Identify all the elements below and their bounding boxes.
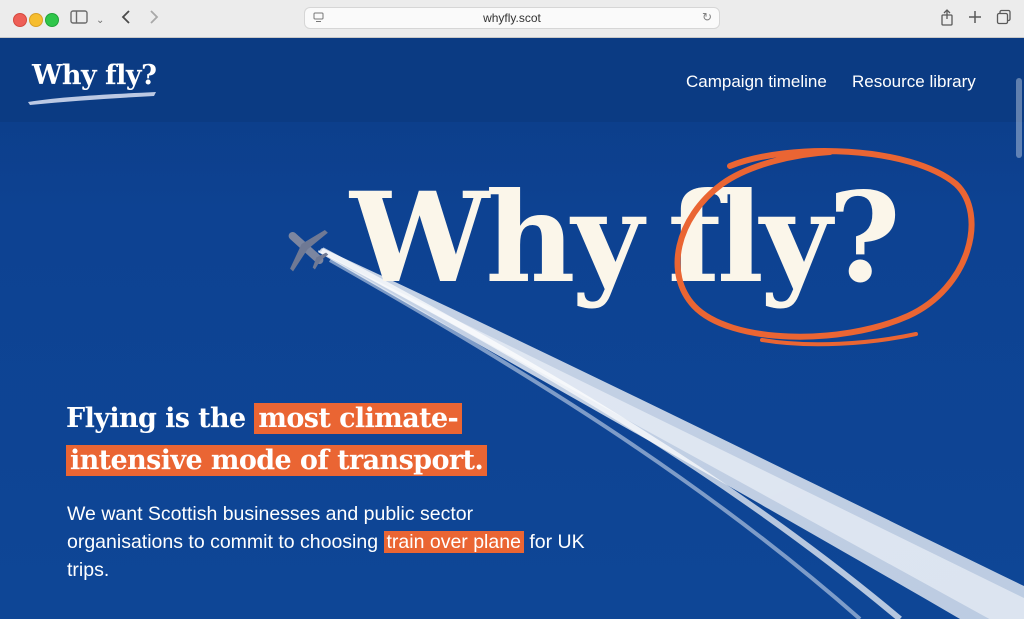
url-text: whyfly.scot: [483, 11, 541, 25]
tab-overview-icon[interactable]: [996, 9, 1012, 30]
nav-campaign-timeline[interactable]: Campaign timeline: [686, 72, 827, 92]
hand-drawn-circle-icon: [674, 148, 975, 347]
site-logo[interactable]: Why fly?: [32, 60, 157, 91]
logo-swash-icon: [28, 92, 156, 105]
hero-title-word-1: Why: [350, 166, 643, 311]
headline-text: Flying is the: [66, 403, 255, 434]
browser-toolbar: ⌄ whyfly.scot ↻: [0, 0, 1024, 38]
reload-icon[interactable]: ↻: [702, 10, 712, 24]
close-window-button[interactable]: [13, 13, 27, 27]
address-bar[interactable]: whyfly.scot ↻: [304, 7, 720, 29]
new-tab-icon[interactable]: [968, 9, 982, 29]
site-header: Why fly? Campaign timeline Resource libr…: [0, 38, 1024, 158]
nav-resource-library[interactable]: Resource library: [852, 72, 976, 92]
zoom-window-button[interactable]: [45, 13, 59, 27]
share-icon[interactable]: [940, 9, 954, 31]
hero-body-text: We want Scottish businesses and public s…: [67, 500, 587, 584]
airplane-icon: [288, 230, 329, 272]
website: Why fly? Campaign timeline Resource libr…: [0, 38, 1024, 619]
body-highlight: train over plane: [383, 531, 524, 553]
minimize-window-button[interactable]: [29, 13, 43, 27]
sidebar-toggle-icon[interactable]: [70, 9, 88, 30]
scrollbar[interactable]: [1016, 78, 1022, 158]
chevron-down-icon[interactable]: ⌄: [96, 11, 104, 31]
back-button[interactable]: [120, 9, 132, 30]
hero-headline: Flying is the most climate-intensive mod…: [66, 398, 506, 482]
forward-button[interactable]: [148, 9, 160, 30]
